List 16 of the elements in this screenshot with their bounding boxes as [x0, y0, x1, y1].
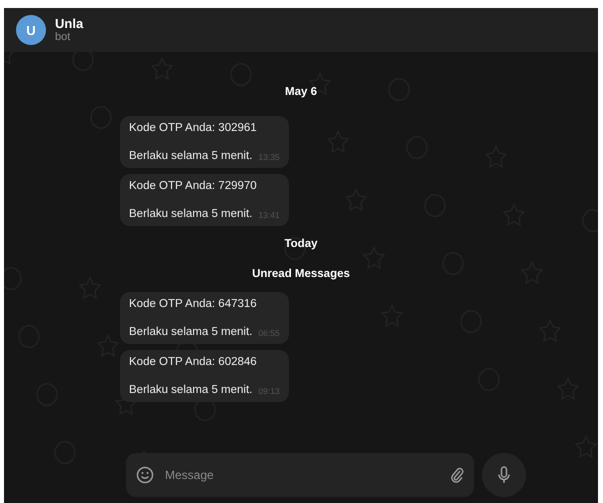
message-input[interactable]: Message — [163, 467, 441, 483]
message-text: Berlaku selama 5 menit. — [129, 326, 252, 338]
message-text: Berlaku selama 5 menit. — [129, 208, 252, 220]
chat-name: Unla — [55, 16, 84, 32]
date-separator: May 6 — [285, 85, 317, 100]
date-separator: Today — [284, 237, 318, 252]
message-text: Kode OTP Anda: 302961 — [129, 122, 258, 134]
date-separator: Unread Messages — [252, 267, 350, 282]
message-field[interactable]: Message — [126, 453, 474, 497]
message-text: Berlaku selama 5 menit. — [129, 150, 252, 162]
message-text: Kode OTP Anda: 729970 — [129, 180, 258, 192]
message-text: Kode OTP Anda: 647316 — [129, 298, 258, 310]
message-text: Berlaku selama 5 menit. — [129, 384, 252, 396]
message-text: Kode OTP Anda: 602846 — [129, 356, 258, 368]
avatar[interactable]: U — [16, 15, 46, 45]
chat-status: bot — [55, 31, 72, 44]
